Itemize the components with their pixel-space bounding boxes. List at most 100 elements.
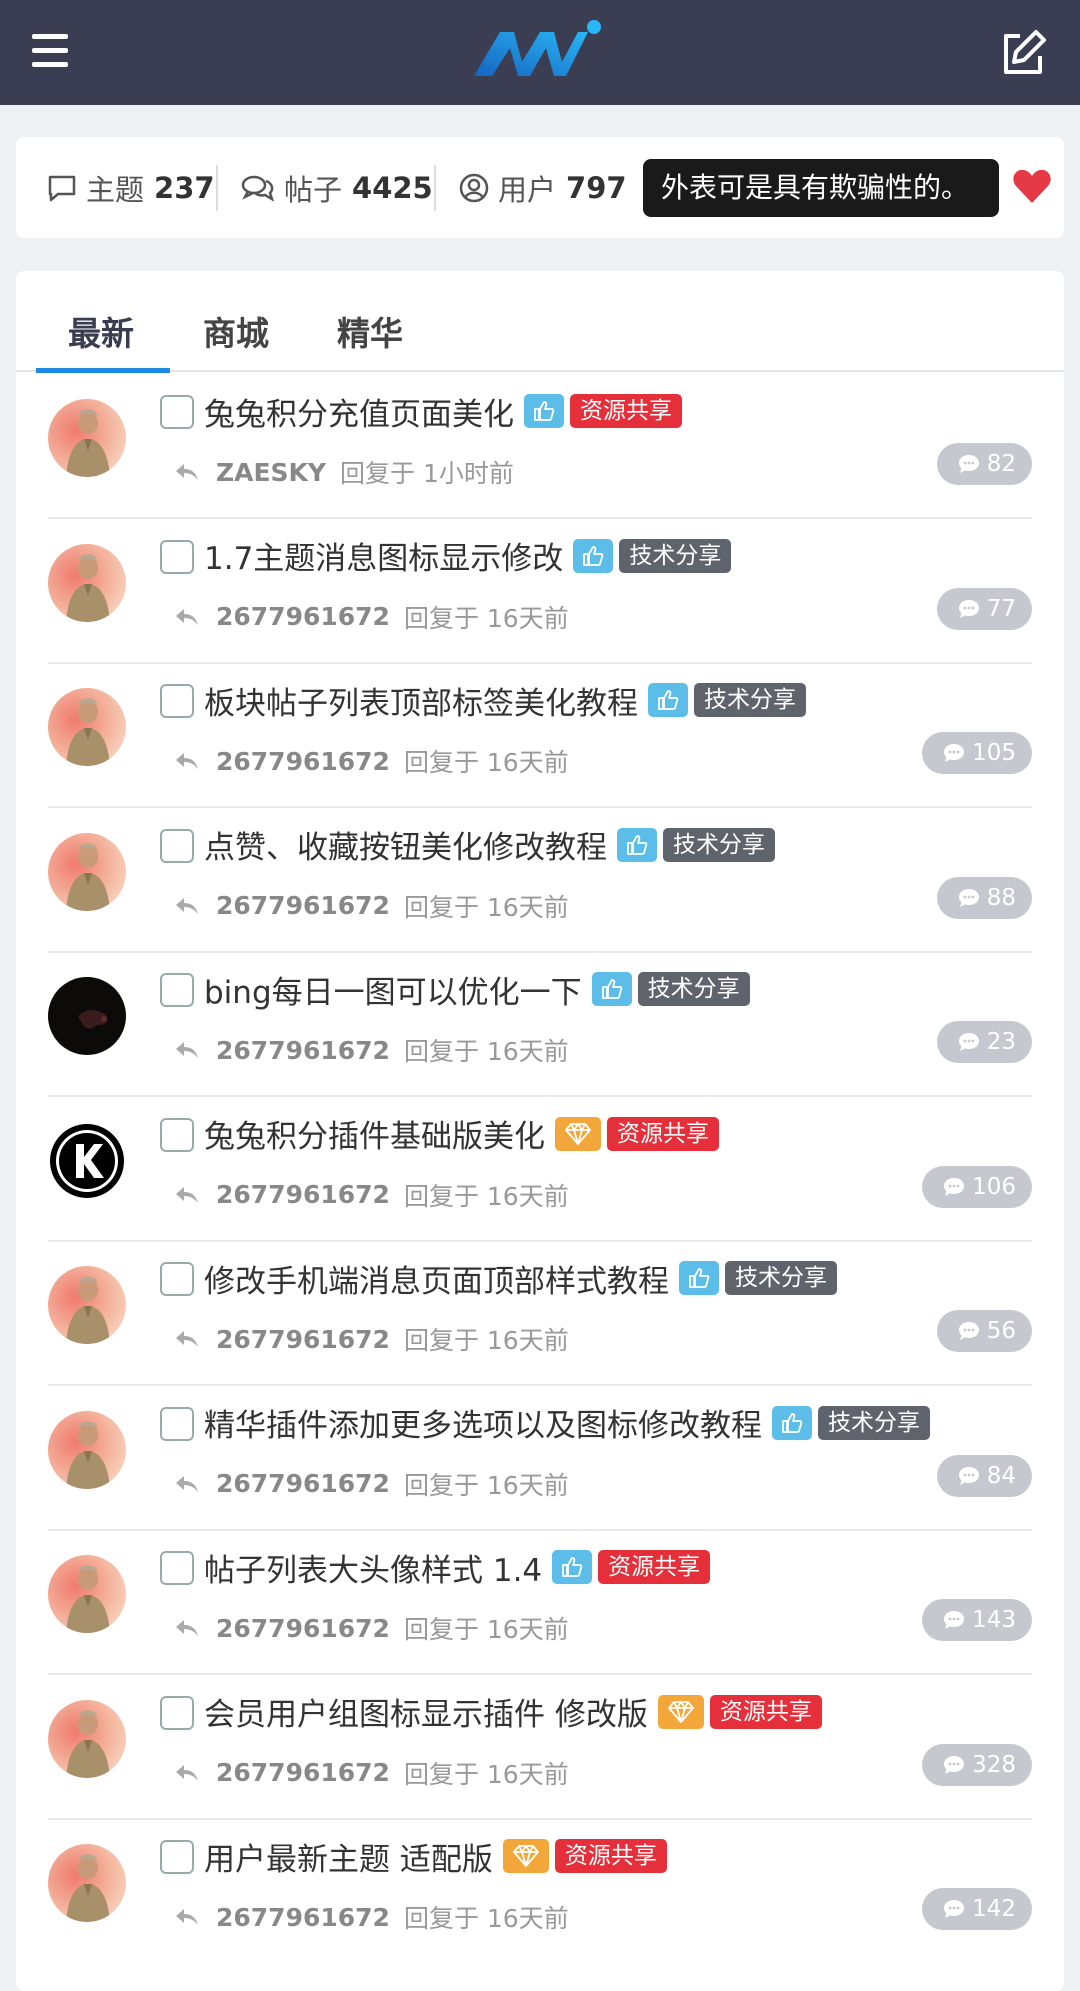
reply-count: 88 — [986, 884, 1016, 911]
avatar[interactable] — [48, 1266, 126, 1344]
reply-count-badge: 106 — [922, 1165, 1032, 1208]
avatar[interactable] — [48, 543, 126, 622]
thumbs-up-icon — [583, 545, 604, 566]
last-reply-user[interactable]: 2677961672 — [216, 1036, 390, 1065]
topic-row[interactable]: bing每日一图可以优化一下 技术分享 2677961672 回复于 16天前 23 — [48, 953, 1032, 1097]
like-badge-icon — [573, 538, 614, 573]
category-tag[interactable]: 技术分享 — [694, 683, 806, 717]
user-circle-icon — [459, 173, 489, 203]
category-tag[interactable]: 资源共享 — [598, 1550, 711, 1584]
category-tag[interactable]: 技术分享 — [818, 1405, 930, 1440]
topic-title[interactable]: 精华插件添加更多选项以及图标修改教程 — [204, 1400, 762, 1445]
topic-meta: 2677961672 回复于 16天前 — [174, 1900, 569, 1934]
topic-row[interactable]: 用户最新主题 适配版 资源共享 2677961672 回复于 16天前 142 — [48, 1820, 1032, 1964]
topic-title[interactable]: 兔兔积分充值页面美化 — [204, 389, 514, 434]
select-checkbox[interactable] — [160, 539, 194, 574]
avatar[interactable] — [48, 399, 126, 477]
avatar[interactable] — [48, 832, 126, 911]
topic-title[interactable]: 1.7主题消息图标显示修改 — [204, 533, 563, 578]
topic-row[interactable]: 板块帖子列表顶部标签美化教程 技术分享 2677961672 回复于 16天前 105 — [48, 664, 1032, 808]
avatar[interactable] — [48, 688, 126, 766]
thumbs-up-icon — [601, 979, 622, 999]
reply-icon — [176, 753, 198, 769]
thumbs-up-icon — [562, 1557, 583, 1577]
topic-row[interactable]: 兔兔积分充值页面美化 资源共享 ZAESKY 回复于 1小时前 82 — [48, 375, 1032, 519]
category-tag[interactable]: 技术分享 — [619, 538, 732, 573]
title-line: 板块帖子列表顶部标签美化教程 技术分享 — [204, 678, 806, 722]
avatar[interactable] — [48, 1121, 126, 1200]
topic-row[interactable]: 兔兔积分插件基础版美化 资源共享 2677961672 回复于 16天前 106 — [48, 1098, 1032, 1242]
topic-title[interactable]: 板块帖子列表顶部标签美化教程 — [204, 678, 638, 723]
last-reply-user[interactable]: 2677961672 — [216, 1903, 390, 1932]
topic-title[interactable]: 帖子列表大头像样式 1.4 — [204, 1545, 542, 1590]
reply-time: 回复于 16天前 — [403, 1904, 569, 1933]
tab-featured[interactable]: 精华 — [337, 307, 403, 355]
avatar[interactable] — [48, 1410, 126, 1489]
tab-latest[interactable]: 最新 — [68, 307, 134, 355]
comments-icon — [241, 175, 275, 202]
edit-icon[interactable] — [998, 28, 1048, 78]
heart-icon[interactable] — [1012, 167, 1052, 205]
reply-count: 77 — [986, 595, 1016, 622]
select-checkbox[interactable] — [160, 395, 194, 429]
topic-row[interactable]: 点赞、收藏按钮美化修改教程 技术分享 2677961672 回复于 16天前 88 — [48, 809, 1032, 953]
select-checkbox[interactable] — [160, 828, 194, 863]
last-reply-user[interactable]: 2677961672 — [216, 1469, 390, 1498]
topic-row[interactable]: 会员用户组图标显示插件 修改版 资源共享 2677961672 回复于 16天前 328 — [48, 1676, 1032, 1820]
topic-title[interactable]: 修改手机端消息页面顶部样式教程 — [204, 1256, 669, 1301]
stat-topics: 主题 237 — [46, 170, 215, 207]
topic-row[interactable]: 帖子列表大头像样式 1.4 资源共享 2677961672 回复于 16天前 143 — [48, 1531, 1032, 1675]
divider — [216, 165, 218, 211]
last-reply-user[interactable]: 2677961672 — [216, 602, 390, 631]
forum-stats-card: 主题 237 帖子 4425 用户 797 外表可是具有欺骗性的。 — [16, 137, 1064, 238]
topic-meta: 2677961672 回复于 16天前 — [174, 1611, 569, 1645]
last-reply-user[interactable]: ZAESKY — [216, 458, 326, 487]
topic-title[interactable]: bing每日一图可以优化一下 — [204, 967, 582, 1012]
topic-title[interactable]: 点赞、收藏按钮美化修改教程 — [204, 822, 607, 867]
title-line: 会员用户组图标显示插件 修改版 资源共享 — [204, 1690, 822, 1734]
thumbs-up-icon — [627, 834, 648, 855]
reply-time: 回复于 1小时前 — [340, 459, 514, 488]
title-line: 兔兔积分充值页面美化 资源共享 — [204, 389, 682, 433]
last-reply-user[interactable]: 2677961672 — [216, 1180, 390, 1209]
reply-count: 56 — [986, 1318, 1016, 1344]
last-reply-user[interactable]: 2677961672 — [216, 1758, 390, 1787]
select-checkbox[interactable] — [160, 1551, 194, 1585]
category-tag[interactable]: 技术分享 — [725, 1261, 837, 1295]
comment-bubble-icon — [944, 1900, 965, 1918]
avatar[interactable] — [48, 1555, 126, 1633]
last-reply-user[interactable]: 2677961672 — [216, 747, 390, 776]
category-tag[interactable]: 资源共享 — [607, 1116, 719, 1151]
select-checkbox[interactable] — [160, 1406, 194, 1441]
select-checkbox[interactable] — [160, 973, 194, 1007]
select-checkbox[interactable] — [160, 1695, 194, 1730]
reply-count: 84 — [986, 1462, 1016, 1489]
select-checkbox[interactable] — [160, 684, 194, 718]
like-badge-icon — [524, 394, 564, 428]
last-reply-user[interactable]: 2677961672 — [216, 1325, 390, 1354]
topic-title[interactable]: 用户最新主题 适配版 — [204, 1834, 493, 1879]
tab-shop[interactable]: 商城 — [203, 307, 269, 355]
avatar[interactable] — [48, 977, 126, 1055]
topic-row[interactable]: 修改手机端消息页面顶部样式教程 技术分享 2677961672 回复于 16天前 56 — [48, 1242, 1032, 1386]
topic-meta: 2677961672 回复于 16天前 — [174, 1178, 569, 1212]
category-tag[interactable]: 技术分享 — [637, 972, 750, 1006]
category-tag[interactable]: 技术分享 — [663, 827, 775, 862]
category-tag[interactable]: 资源共享 — [709, 1694, 822, 1729]
select-checkbox[interactable] — [160, 1117, 194, 1152]
topic-row[interactable]: 1.7主题消息图标显示修改 技术分享 2677961672 回复于 16天前 77 — [48, 520, 1032, 664]
select-checkbox[interactable] — [160, 1840, 194, 1874]
menu-icon[interactable] — [32, 34, 72, 70]
site-logo[interactable] — [470, 18, 605, 84]
topic-title[interactable]: 兔兔积分插件基础版美化 — [204, 1111, 545, 1156]
category-tag[interactable]: 资源共享 — [570, 394, 682, 428]
avatar[interactable] — [48, 1699, 126, 1778]
select-checkbox[interactable] — [160, 1262, 194, 1296]
last-reply-user[interactable]: 2677961672 — [216, 891, 390, 920]
avatar[interactable] — [48, 1844, 126, 1922]
topic-row[interactable]: 精华插件添加更多选项以及图标修改教程 技术分享 2677961672 回复于 16天前… — [48, 1387, 1032, 1531]
category-tag[interactable]: 资源共享 — [554, 1839, 667, 1873]
topic-title[interactable]: 会员用户组图标显示插件 修改版 — [204, 1689, 648, 1734]
gem-badge-icon — [555, 1116, 601, 1151]
last-reply-user[interactable]: 2677961672 — [216, 1614, 390, 1643]
